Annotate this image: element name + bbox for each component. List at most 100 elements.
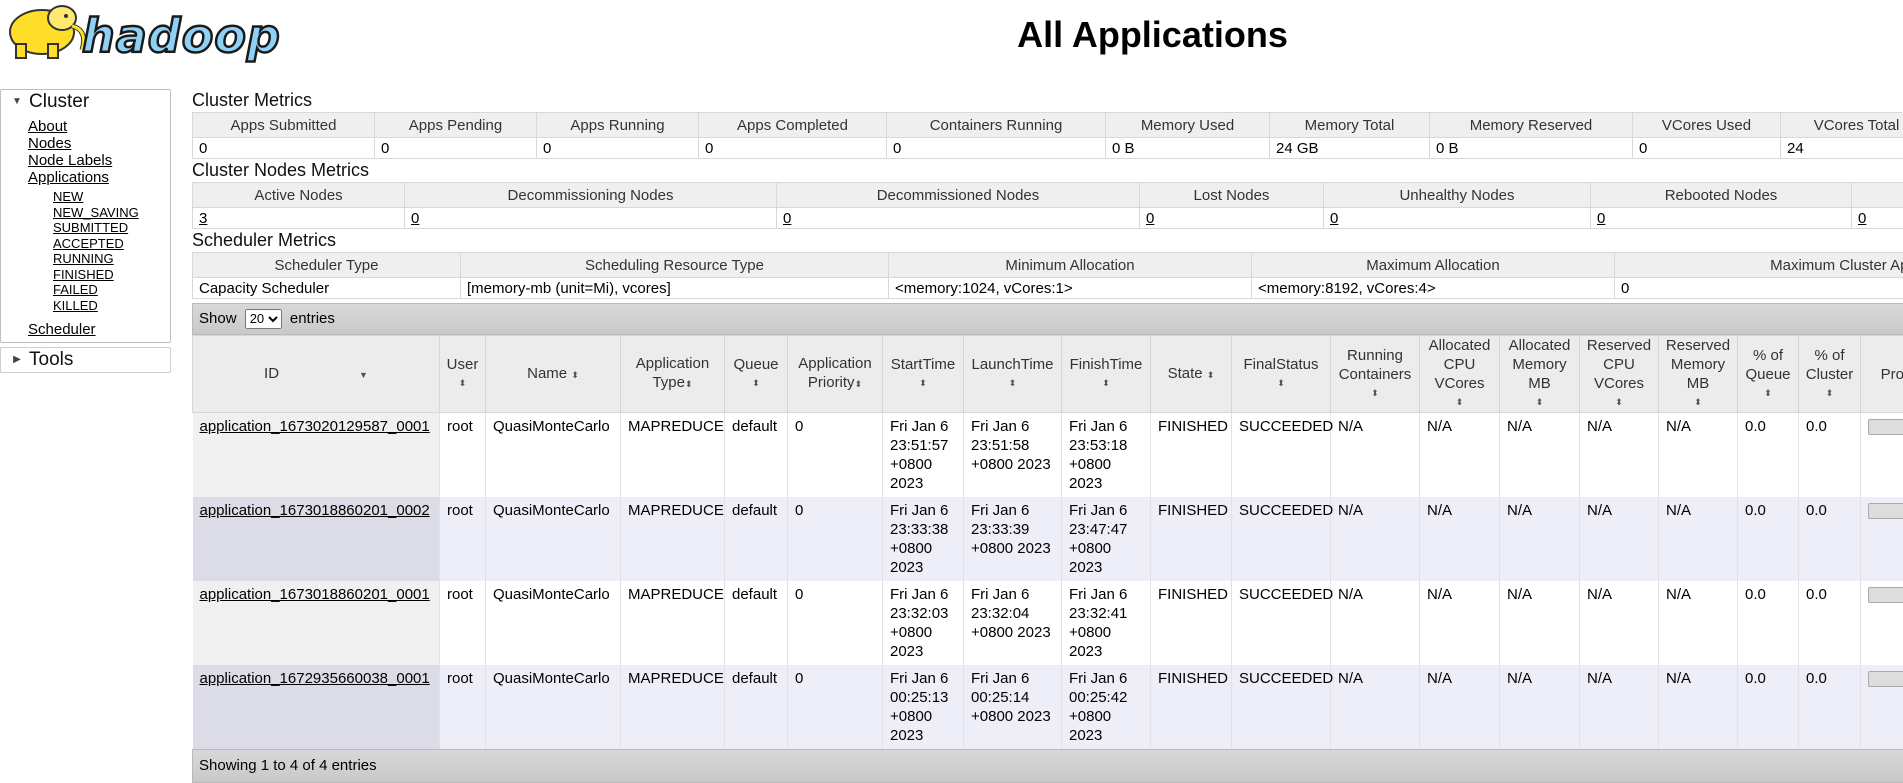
nav-state-accepted[interactable]: ACCEPTED: [53, 236, 170, 252]
cell-final-status: SUCCEEDED: [1232, 581, 1331, 665]
decommissioned-nodes-link[interactable]: 0: [783, 210, 791, 227]
nav-state-submitted[interactable]: SUBMITTED: [53, 220, 170, 236]
cluster-metrics-header-row: Apps Submitted Apps Pending Apps Running…: [193, 113, 1903, 138]
nav-state-new[interactable]: NEW: [53, 189, 170, 205]
cell-app-type: MAPREDUCE: [621, 581, 725, 665]
cell-alloc-memory: N/A: [1500, 665, 1580, 749]
metric-value: 0 B: [1430, 138, 1633, 159]
nav-state-killed[interactable]: KILLED: [53, 298, 170, 314]
nav-state-finished[interactable]: FINISHED: [53, 267, 170, 283]
rebooted-nodes-link[interactable]: 0: [1597, 210, 1605, 227]
shutdown-nodes-link[interactable]: 0: [1858, 210, 1866, 227]
sort-icon: ⬍: [685, 379, 693, 389]
metric-header: VCores Total: [1781, 113, 1903, 138]
apps-table-body: application_1673020129587_0001rootQuasiM…: [193, 413, 1903, 750]
cell-alloc-vcores: N/A: [1420, 581, 1500, 665]
cell-queue: default: [725, 581, 788, 665]
lost-nodes-link[interactable]: 0: [1146, 210, 1154, 227]
sort-icon: ⬍: [1504, 393, 1575, 412]
sort-icon: ⬍: [968, 374, 1057, 393]
metric-header: Memory Total: [1270, 113, 1430, 138]
metric-value: 0: [1615, 278, 1903, 299]
cell-app-type: MAPREDUCE: [621, 413, 725, 498]
entries-label: entries: [290, 310, 335, 327]
page-size-select[interactable]: 20: [245, 309, 282, 329]
metric-header: Memory Reserved: [1430, 113, 1633, 138]
cell-id: application_1673018860201_0002: [193, 497, 440, 581]
col-header-user[interactable]: User⬍: [440, 336, 486, 413]
nav-link-scheduler[interactable]: Scheduler: [28, 321, 170, 338]
apps-table-wrapper: Show 20 entries ID▼ User⬍ Name ⬍ Applica…: [192, 303, 1903, 783]
nav-state-failed[interactable]: FAILED: [53, 282, 170, 298]
cell-pct-queue: 0.0: [1738, 413, 1799, 498]
application-id-link[interactable]: application_1673018860201_0002: [200, 502, 430, 519]
nav-link-about[interactable]: About: [28, 118, 170, 135]
cluster-section: ▼Cluster About Nodes Node Labels Applica…: [0, 89, 171, 343]
col-header-progress[interactable]: Prog: [1861, 336, 1903, 413]
decommissioning-nodes-link[interactable]: 0: [411, 210, 419, 227]
col-header-final-status[interactable]: FinalStatus⬍: [1232, 336, 1331, 413]
cell-pct-queue: 0.0: [1738, 665, 1799, 749]
metric-value: 0: [375, 138, 537, 159]
col-header-queue[interactable]: Queue⬍: [725, 336, 788, 413]
sort-icon: ⬍: [855, 379, 863, 389]
col-header-alloc-vcores[interactable]: Allocated CPU VCores⬍: [1420, 336, 1500, 413]
col-header-id[interactable]: ID▼: [193, 336, 440, 413]
tools-toggle[interactable]: ▶Tools: [1, 348, 170, 372]
sidebar: ▼Cluster About Nodes Node Labels Applica…: [0, 89, 171, 377]
cell-reserved-memory: N/A: [1659, 665, 1738, 749]
sort-icon: ⬍: [729, 374, 783, 393]
cell-app-type: MAPREDUCE: [621, 665, 725, 749]
metric-value: 24: [1781, 138, 1903, 159]
triangle-down-icon: ▼: [5, 90, 29, 114]
app-state-list: NEW NEW_SAVING SUBMITTED ACCEPTED RUNNIN…: [28, 189, 170, 313]
col-header-priority[interactable]: Application Priority⬍: [788, 336, 883, 413]
cell-pct-queue: 0.0: [1738, 497, 1799, 581]
cell-launch-time: Fri Jan 6 23:32:04 +0800 2023: [964, 581, 1062, 665]
application-id-link[interactable]: application_1672935660038_0001: [200, 670, 430, 687]
cluster-toggle[interactable]: ▼Cluster: [1, 90, 170, 114]
cell-queue: default: [725, 413, 788, 498]
nav-state-running[interactable]: RUNNING: [53, 251, 170, 267]
metric-value: 0: [193, 138, 375, 159]
col-header-alloc-memory[interactable]: Allocated Memory MB⬍: [1500, 336, 1580, 413]
cell-id: application_1672935660038_0001: [193, 665, 440, 749]
col-header-app-type[interactable]: Application Type⬍: [621, 336, 725, 413]
col-header-reserved-memory[interactable]: Reserved Memory MB⬍: [1659, 336, 1738, 413]
cell-final-status: SUCCEEDED: [1232, 665, 1331, 749]
metric-header: Active Nodes: [193, 183, 405, 208]
nodes-metrics-title: Cluster Nodes Metrics: [192, 159, 1903, 182]
metric-header: Decommissioned Nodes: [777, 183, 1140, 208]
active-nodes-link[interactable]: 3: [199, 210, 207, 227]
col-header-launch-time[interactable]: LaunchTime⬍: [964, 336, 1062, 413]
col-header-pct-queue[interactable]: % of Queue⬍: [1738, 336, 1799, 413]
col-header-finish-time[interactable]: FinishTime⬍: [1062, 336, 1151, 413]
application-id-link[interactable]: application_1673018860201_0001: [200, 586, 430, 603]
nodes-metrics-table: Active Nodes Decommissioning Nodes Decom…: [192, 182, 1903, 229]
col-header-state[interactable]: State ⬍: [1151, 336, 1232, 413]
cell-finish-time: Fri Jan 6 23:32:41 +0800 2023: [1062, 581, 1151, 665]
cell-finish-time: Fri Jan 6 00:25:42 +0800 2023: [1062, 665, 1151, 749]
cell-start-time: Fri Jan 6 23:32:03 +0800 2023: [883, 581, 964, 665]
unhealthy-nodes-link[interactable]: 0: [1330, 210, 1338, 227]
nav-state-new-saving[interactable]: NEW_SAVING: [53, 205, 170, 221]
cell-user: root: [440, 413, 486, 498]
table-row: application_1672935660038_0001rootQuasiM…: [193, 665, 1903, 749]
cell-reserved-vcores: N/A: [1580, 497, 1659, 581]
col-header-name[interactable]: Name ⬍: [486, 336, 621, 413]
tools-label: Tools: [29, 349, 73, 370]
apps-table: ID▼ User⬍ Name ⬍ Application Type⬍ Queue…: [192, 335, 1903, 749]
scheduler-metrics-value-row: Capacity Scheduler [memory-mb (unit=Mi),…: [193, 278, 1903, 299]
nav-link-node-labels[interactable]: Node Labels: [28, 152, 170, 169]
col-header-running-containers[interactable]: Running Containers⬍: [1331, 336, 1420, 413]
application-id-link[interactable]: application_1673020129587_0001: [200, 418, 430, 435]
metric-value: [memory-mb (unit=Mi), vcores]: [461, 278, 889, 299]
cell-pct-cluster: 0.0: [1799, 413, 1861, 498]
nav-link-applications[interactable]: Applications: [28, 169, 170, 186]
metric-header: Decommissioning Nodes: [405, 183, 777, 208]
col-header-pct-cluster[interactable]: % of Cluster⬍: [1799, 336, 1861, 413]
metric-header: VCores Used: [1633, 113, 1781, 138]
col-header-reserved-vcores[interactable]: Reserved CPU VCores⬍: [1580, 336, 1659, 413]
nav-link-nodes[interactable]: Nodes: [28, 135, 170, 152]
col-header-start-time[interactable]: StartTime⬍: [883, 336, 964, 413]
